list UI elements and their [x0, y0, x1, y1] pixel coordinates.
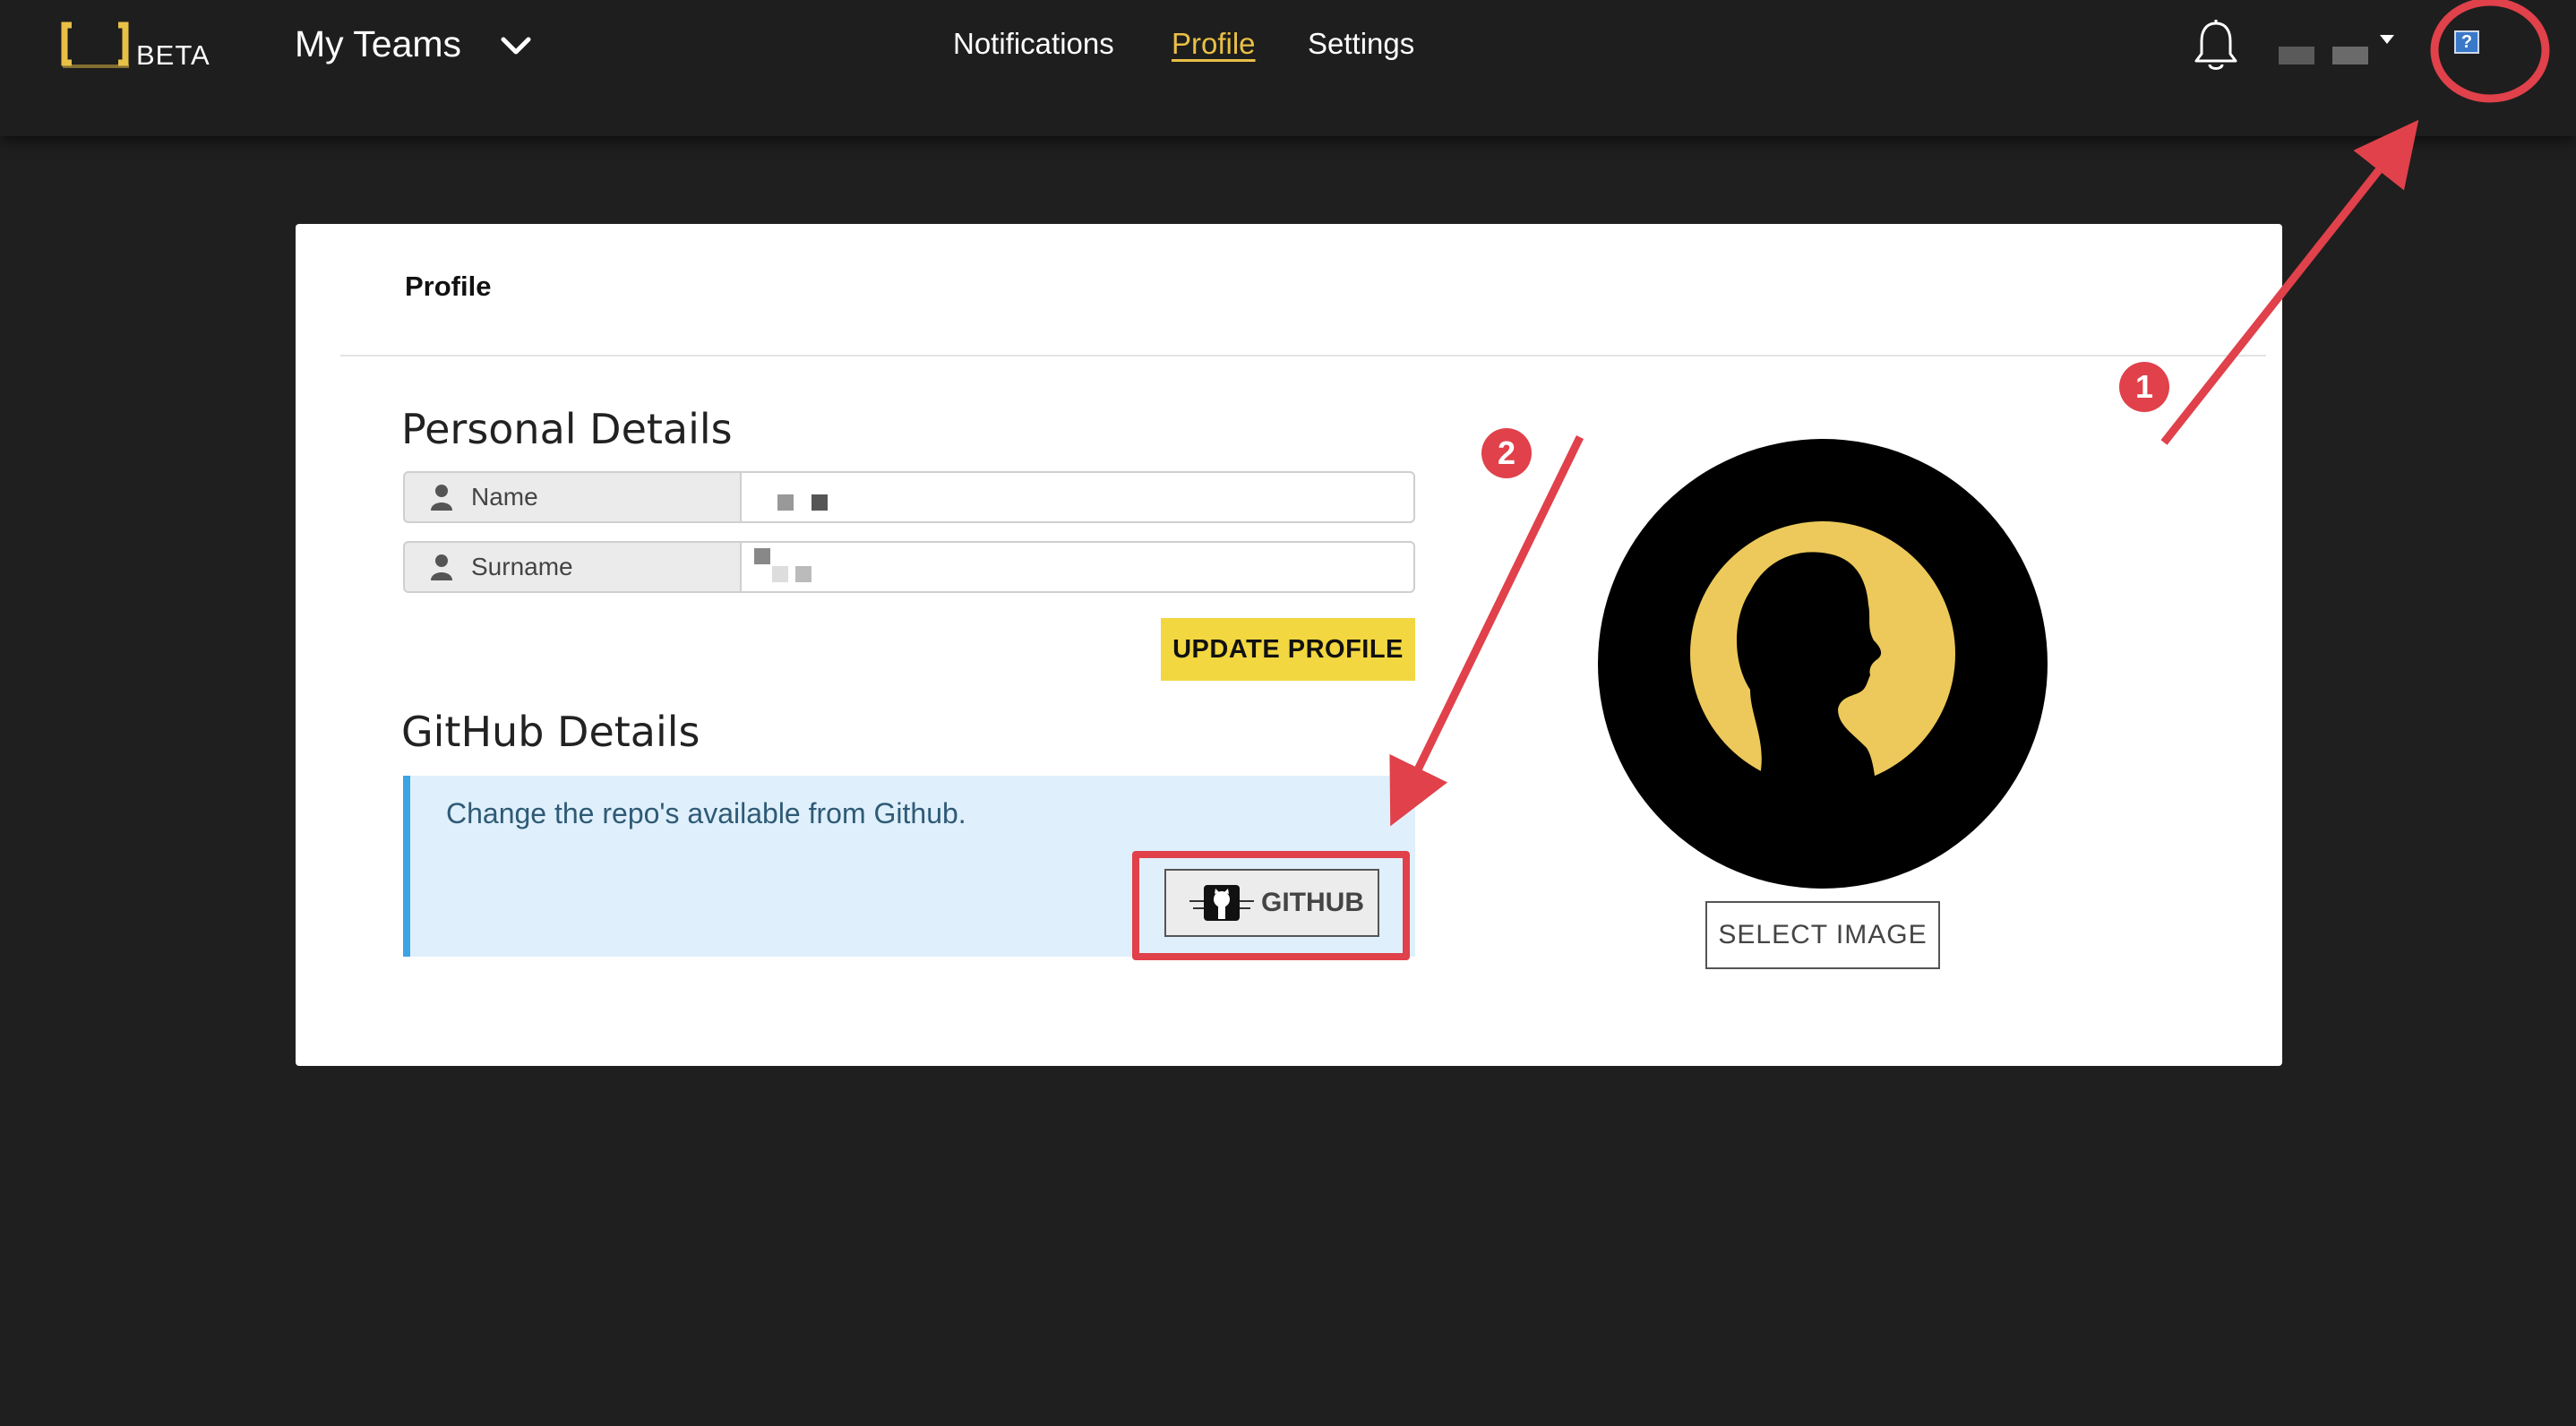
card-title: Profile	[405, 271, 492, 302]
teams-dropdown[interactable]: My Teams	[295, 23, 461, 65]
top-navbar: BETA My Teams Notifications Profile Sett…	[0, 0, 2576, 136]
nav-link-settings[interactable]: Settings	[1308, 27, 1414, 61]
annotation-badge-2: 2	[1481, 428, 1532, 478]
avatar-image[interactable]	[1598, 439, 2048, 889]
name-input[interactable]	[740, 471, 1415, 523]
github-button-highlight	[1132, 851, 1410, 960]
person-icon	[431, 485, 452, 511]
help-icon[interactable]: ?	[2454, 30, 2479, 54]
username-blurred-2[interactable]	[2332, 47, 2368, 64]
github-description: Change the repo's available from Github.	[446, 797, 966, 829]
chevron-down-icon[interactable]	[498, 32, 534, 59]
username-blurred[interactable]	[2279, 47, 2314, 64]
divider	[340, 355, 2266, 356]
name-field-label: Name	[403, 471, 740, 523]
nav-link-profile[interactable]: Profile	[1172, 27, 1256, 61]
app-window: BETA My Teams Notifications Profile Sett…	[0, 0, 2576, 1426]
github-details-heading: GitHub Details	[401, 708, 700, 756]
bell-icon[interactable]	[2193, 18, 2239, 75]
update-profile-button[interactable]: UPDATE PROFILE	[1161, 618, 1415, 681]
person-icon	[431, 554, 452, 580]
annotation-badge-1: 1	[2119, 362, 2169, 412]
beta-label: BETA	[136, 39, 210, 71]
nav-link-notifications[interactable]: Notifications	[953, 27, 1114, 61]
surname-field-label: Surname	[403, 541, 740, 593]
select-image-button[interactable]: SELECT IMAGE	[1705, 901, 1940, 969]
personal-details-heading: Personal Details	[401, 405, 733, 453]
caret-down-icon[interactable]	[2379, 34, 2395, 45]
surname-input[interactable]	[740, 541, 1415, 593]
